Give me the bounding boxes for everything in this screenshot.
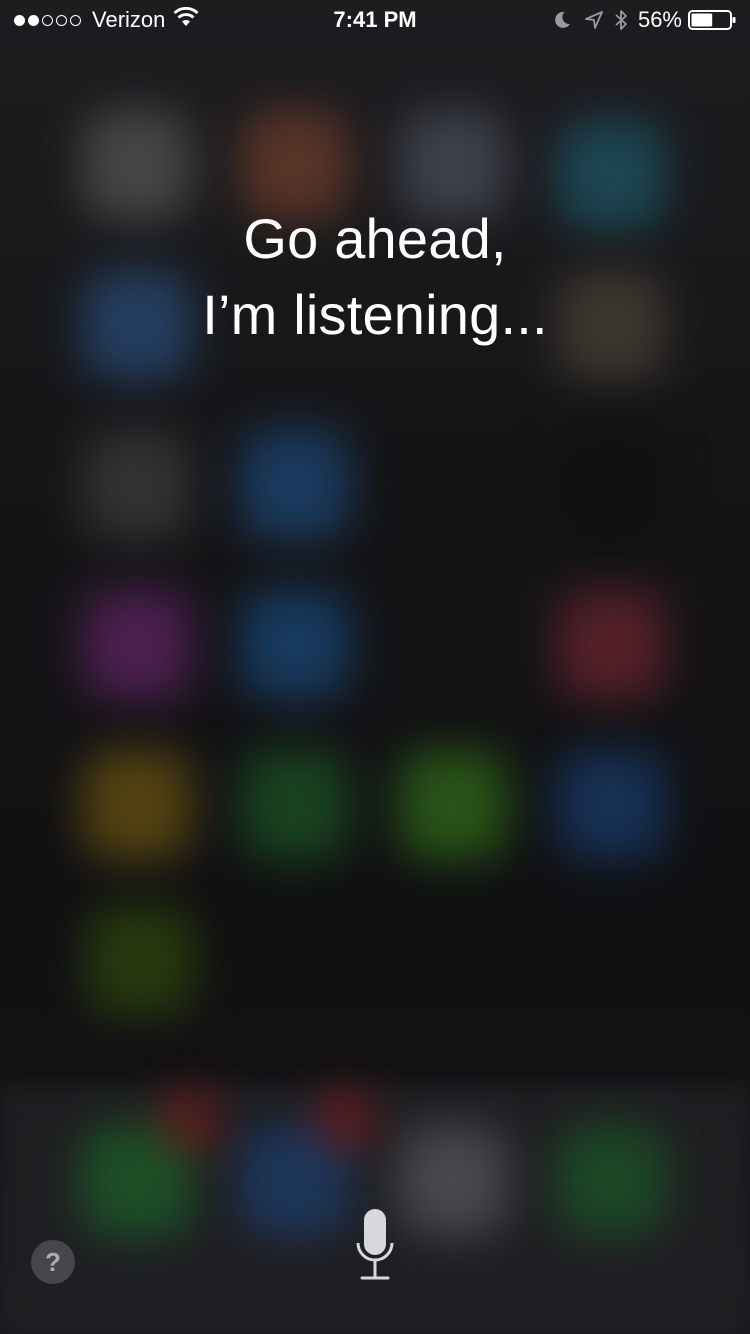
battery-icon — [688, 9, 738, 31]
blurred-app-icon — [398, 440, 508, 550]
location-arrow-icon — [584, 10, 604, 30]
blurred-dock-icon — [556, 1125, 666, 1235]
bluetooth-icon — [614, 8, 628, 32]
blurred-app-icon — [240, 590, 350, 700]
battery-percentage: 56% — [637, 7, 682, 32]
blurred-app-icon — [240, 750, 350, 860]
status-bar-right: 56% — [552, 0, 738, 40]
blurred-dock-icon — [398, 1125, 508, 1235]
blurred-app-icon — [240, 430, 350, 540]
blurred-badge — [160, 1090, 220, 1150]
blurred-app-icon — [82, 430, 192, 540]
blurred-badge — [315, 1090, 375, 1150]
question-mark-icon: ? — [45, 1247, 61, 1277]
siri-microphone-button[interactable] — [345, 1205, 405, 1285]
blurred-app-icon — [556, 750, 666, 860]
status-bar: Verizon 7:41 PM 56% — [0, 0, 750, 40]
blurred-app-icon — [398, 750, 508, 860]
blurred-app-icon — [556, 590, 666, 700]
siri-prompt-line-2: I’m listening... — [202, 283, 548, 346]
blurred-app-icon — [85, 905, 195, 1015]
microphone-icon — [356, 1209, 394, 1280]
siri-help-button[interactable]: ? — [31, 1240, 75, 1284]
blurred-app-icon — [82, 750, 192, 860]
do-not-disturb-moon-icon — [552, 10, 572, 30]
blurred-app-icon — [556, 430, 666, 540]
siri-prompt-line-1: Go ahead, — [243, 207, 507, 270]
blurred-app-icon — [82, 590, 192, 700]
